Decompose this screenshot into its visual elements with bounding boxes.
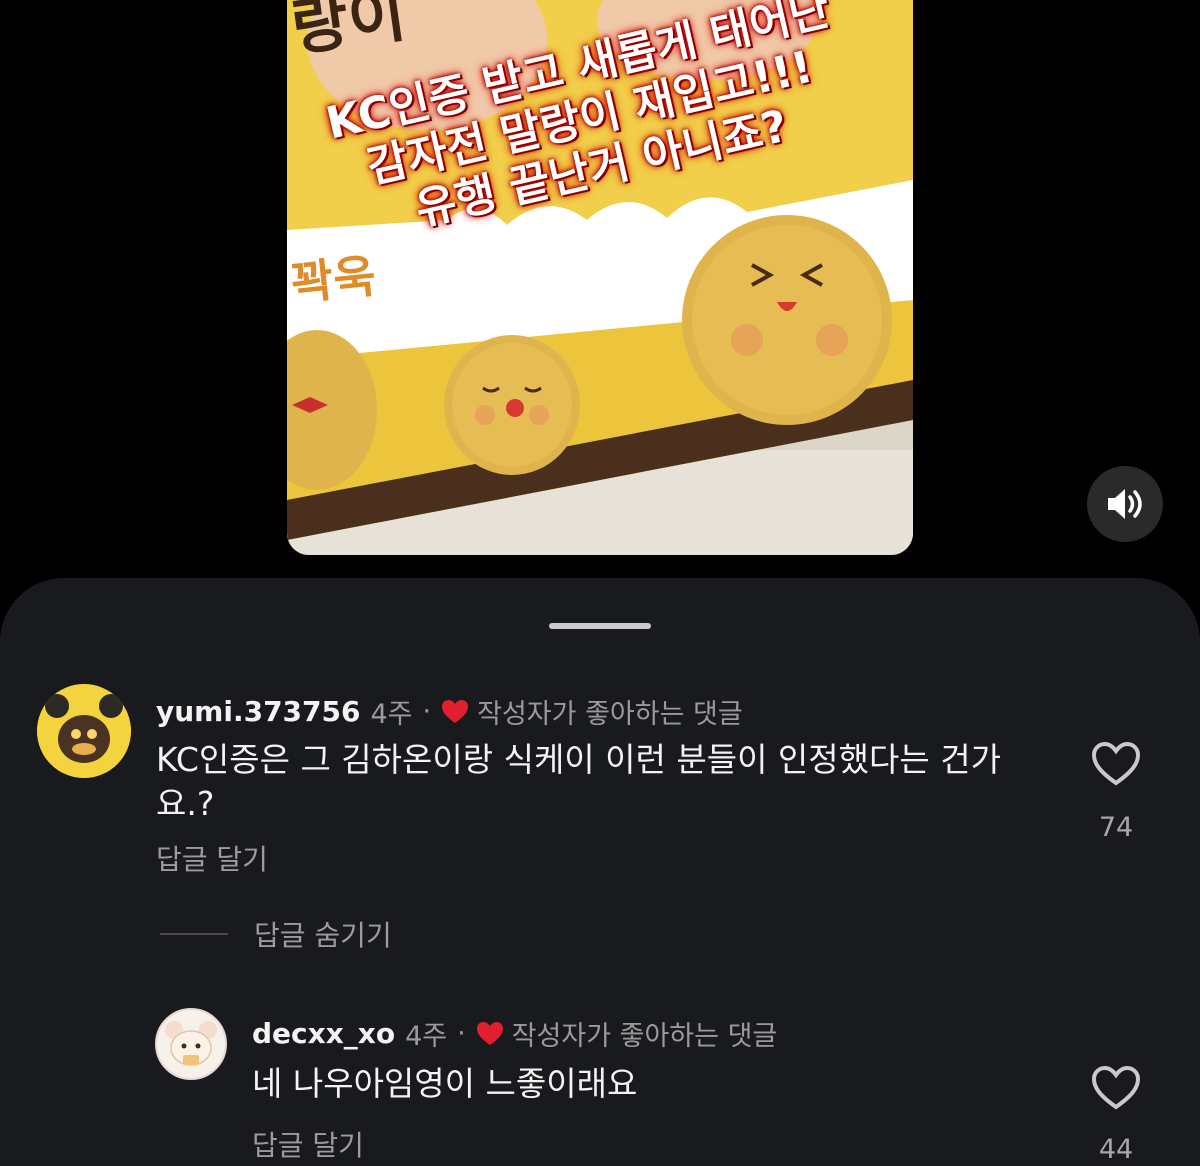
reply-button[interactable]: 답글 달기 xyxy=(156,838,268,878)
separator: · xyxy=(457,1018,466,1049)
creator-heart-icon xyxy=(441,699,469,725)
comments-sheet: yumi.373756 4주 · 작성자가 좋아하는 댓글 KC인증은 그 김하… xyxy=(0,578,1200,1166)
like-button[interactable] xyxy=(1090,740,1142,788)
username[interactable]: yumi.373756 xyxy=(156,695,361,728)
heart-outline-icon xyxy=(1091,741,1141,786)
separator: · xyxy=(422,696,432,727)
volume-button[interactable] xyxy=(1087,466,1163,542)
comment-text: KC인증은 그 김하온이랑 식케이 이런 분들이 인정했다는 건가요.? xyxy=(156,740,1001,823)
hide-replies-button[interactable]: 답글 숨기기 xyxy=(160,914,392,954)
comment-meta: decxx_xo 4주 · 작성자가 좋아하는 댓글 xyxy=(252,1014,777,1053)
heart-outline-icon xyxy=(1091,1065,1141,1110)
creator-heart-icon xyxy=(476,1021,504,1047)
username[interactable]: decxx_xo xyxy=(252,1017,395,1050)
hide-replies-label: 답글 숨기기 xyxy=(254,919,392,952)
avatar[interactable] xyxy=(155,1008,227,1080)
box-text-side: 꽉욱 xyxy=(289,248,379,311)
comment-age: 4주 xyxy=(370,699,413,730)
like-button[interactable] xyxy=(1090,1064,1142,1112)
like-count: 44 xyxy=(1098,1134,1134,1165)
speaker-wave-icon xyxy=(1108,489,1142,519)
liked-by-creator-label: 작성자가 좋아하는 댓글 xyxy=(511,1021,778,1052)
comment-age: 4주 xyxy=(405,1021,448,1052)
comment-text: 네 나우아임영이 느좋이래요 xyxy=(252,1064,638,1103)
divider-line xyxy=(160,933,228,935)
reply-comment-item: decxx_xo 4주 · 작성자가 좋아하는 댓글 네 나우아임영이 느좋이래… xyxy=(0,978,1200,1166)
video-area: 랑이 꽉욱 KC인증 받고 새롭게 태어난 감자전 말랑이 재입고!!! 유행 … xyxy=(0,0,1200,600)
comment-meta: yumi.373756 4주 · 작성자가 좋아하는 댓글 xyxy=(156,692,743,731)
like-count: 74 xyxy=(1098,812,1134,843)
avatar-image xyxy=(37,684,131,778)
comment-item: yumi.373756 4주 · 작성자가 좋아하는 댓글 KC인증은 그 김하… xyxy=(0,578,1200,878)
reply-button[interactable]: 답글 달기 xyxy=(252,1124,364,1164)
avatar[interactable] xyxy=(37,684,131,778)
avatar-image xyxy=(157,1010,225,1078)
liked-by-creator-label: 작성자가 좋아하는 댓글 xyxy=(477,699,743,730)
